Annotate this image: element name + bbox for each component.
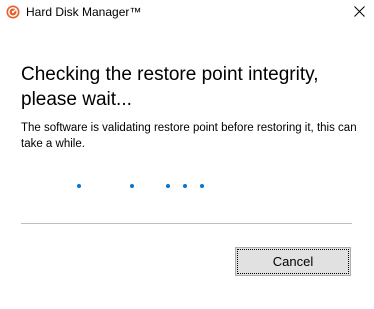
progress-dot — [77, 184, 81, 188]
close-button[interactable] — [346, 0, 374, 26]
status-description: The software is validating restore point… — [21, 122, 357, 150]
progress-dot — [200, 184, 204, 188]
progress-indicator — [0, 184, 374, 190]
progress-dot — [183, 184, 187, 188]
cancel-button[interactable]: Cancel — [235, 247, 351, 276]
hard-disk-manager-icon — [6, 5, 20, 19]
progress-dot — [130, 184, 134, 188]
progress-dot — [166, 184, 170, 188]
window-title: Hard Disk Manager™ — [26, 5, 142, 19]
title-bar[interactable]: Hard Disk Manager™ — [0, 0, 374, 26]
divider — [21, 223, 352, 224]
hard-disk-manager-dialog: Hard Disk Manager™ Checking the restore … — [0, 0, 374, 309]
close-icon — [354, 6, 365, 17]
status-heading: Checking the restore point integrity, pl… — [21, 64, 319, 110]
